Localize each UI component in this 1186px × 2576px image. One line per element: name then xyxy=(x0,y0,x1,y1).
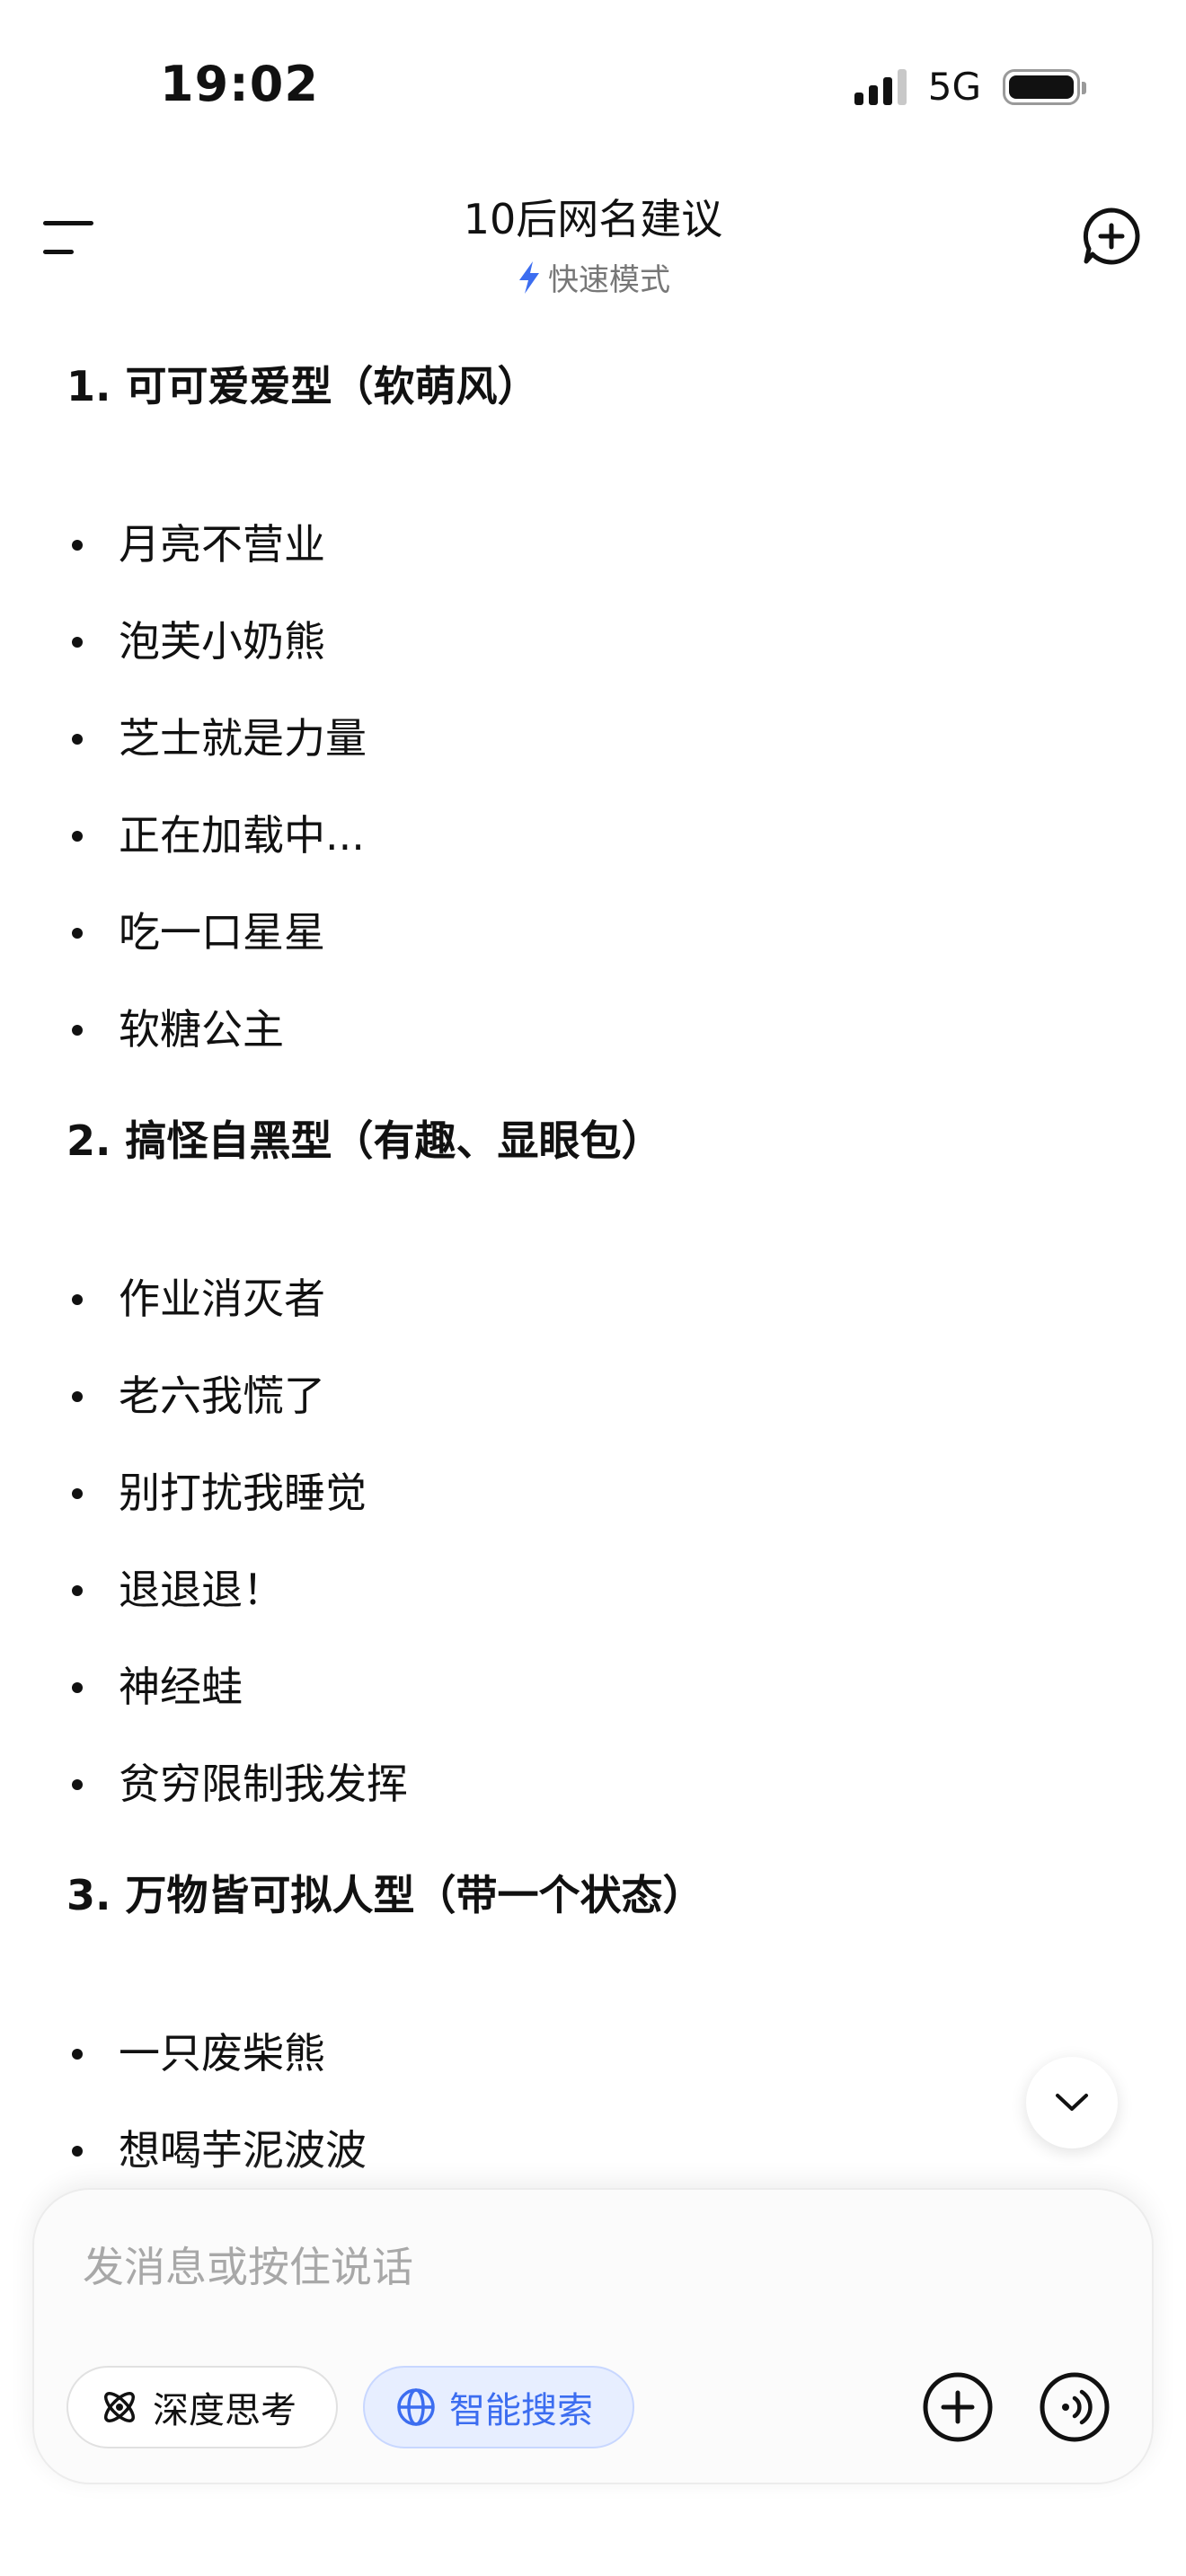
globe-icon xyxy=(397,2388,435,2426)
status-indicators: 5G xyxy=(854,65,1086,109)
add-attachment-icon[interactable] xyxy=(920,2369,996,2445)
mode-label: 快速模式 xyxy=(548,262,670,298)
name-list: 作业消灭者 老六我慌了 别打扰我睡觉 退退退！ 神经蛙 贫穷限制我发挥 xyxy=(66,1250,1127,1832)
section-heading: 1. 可可爱爱型（软萌风） xyxy=(66,362,539,410)
new-chat-icon[interactable] xyxy=(1082,207,1141,266)
list-item: 芝士就是力量 xyxy=(66,690,1127,787)
assistant-message: 1. 可可爱爱型（软萌风） 月亮不营业 泡芙小奶熊 芝士就是力量 正在加载中..… xyxy=(66,359,1127,2199)
list-item: 月亮不营业 xyxy=(66,496,1127,593)
title-block: 10后网名建议 快速模式 xyxy=(0,187,1186,299)
status-time: 19:02 xyxy=(160,56,319,112)
list-item: 一只废柴熊 xyxy=(66,2005,1127,2102)
list-item: 神经蛙 xyxy=(66,1638,1127,1735)
chat-header: 10后网名建议 快速模式 xyxy=(0,171,1186,314)
list-item: 作业消灭者 xyxy=(66,1250,1127,1347)
list-item: 退退退！ xyxy=(66,1541,1127,1638)
section-heading: 3. 万物皆可拟人型（带一个状态） xyxy=(66,1871,704,1919)
list-item: 老六我慌了 xyxy=(66,1347,1127,1444)
message-composer: 发消息或按住说话 深度思考 智能搜索 xyxy=(32,2188,1154,2484)
section-heading: 2. 搞怪自黑型（有趣、显眼包） xyxy=(66,1116,663,1165)
message-input[interactable]: 发消息或按住说话 xyxy=(83,2235,413,2294)
battery-icon xyxy=(1003,68,1086,105)
list-item: 软糖公主 xyxy=(66,981,1127,1078)
list-item: 吃一口星星 xyxy=(66,884,1127,981)
network-type: 5G xyxy=(927,65,981,109)
chat-title[interactable]: 10后网名建议 xyxy=(0,187,1186,246)
signal-icon xyxy=(854,68,907,105)
atom-icon xyxy=(104,2392,135,2422)
name-list: 月亮不营业 泡芙小奶熊 芝士就是力量 正在加载中... 吃一口星星 软糖公主 xyxy=(66,496,1127,1078)
bolt-icon xyxy=(519,260,539,294)
list-item: 正在加载中... xyxy=(66,787,1127,884)
status-bar: 19:02 5G xyxy=(0,0,1186,171)
voice-call-icon[interactable] xyxy=(1037,2369,1112,2445)
deep-think-button[interactable]: 深度思考 xyxy=(66,2366,338,2448)
smart-search-label: 智能搜索 xyxy=(449,2390,593,2431)
smart-search-button[interactable]: 智能搜索 xyxy=(363,2366,634,2448)
mode-indicator[interactable]: 快速模式 xyxy=(516,255,670,299)
list-item: 别打扰我睡觉 xyxy=(66,1444,1127,1541)
list-item: 泡芙小奶熊 xyxy=(66,593,1127,690)
chevron-down-icon xyxy=(1056,2094,1088,2111)
scroll-to-bottom-button[interactable] xyxy=(1026,2057,1118,2148)
list-item: 贫穷限制我发挥 xyxy=(66,1735,1127,1832)
deep-think-label: 深度思考 xyxy=(153,2390,296,2431)
